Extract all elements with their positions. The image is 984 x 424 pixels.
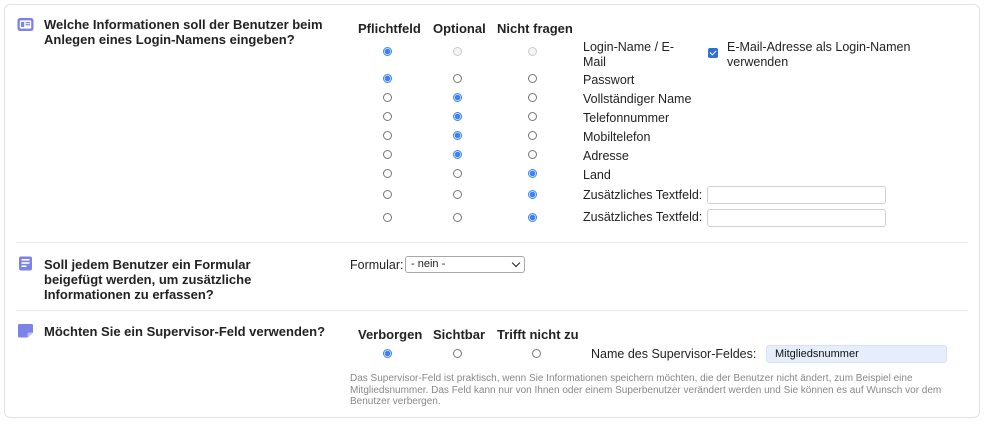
form-question: Soll jedem Benutzer ein Formular beigefü… [44, 257, 252, 302]
radio-nicht-fragen[interactable] [528, 93, 537, 102]
field-label: Passwort [583, 73, 635, 87]
extra-text-field-input[interactable] [707, 209, 886, 227]
field-label: Zusätzliches Textfeld: [583, 210, 703, 224]
field-label: Login-Name / E-Mail [583, 40, 675, 69]
radio-pflichtfeld[interactable] [383, 190, 392, 199]
radio-nicht-fragen[interactable] [528, 74, 537, 83]
form-icon [19, 256, 32, 271]
radio-nicht-fragen[interactable] [528, 213, 537, 222]
note-icon [18, 324, 33, 338]
field-label: Zusätzliches Textfeld: [583, 188, 703, 202]
radio-optional[interactable] [453, 213, 462, 222]
supervisor-radio-verborgen[interactable] [383, 349, 392, 358]
supervisor-radio-trifft-nicht-zu[interactable] [532, 349, 541, 358]
radio-optional[interactable] [453, 169, 462, 178]
field-label: Telefonnummer [583, 111, 670, 125]
id-card-icon [17, 18, 34, 31]
column-nicht-fragen: Nicht fragen [497, 21, 573, 36]
radio-nicht-fragen[interactable] [528, 112, 537, 121]
field-label: Mobiltelefon [583, 130, 651, 144]
supervisor-field-input[interactable]: Mitgliedsnummer [766, 345, 947, 363]
radio-pflichtfeld[interactable] [383, 131, 392, 140]
radio-nicht-fragen[interactable] [528, 150, 537, 159]
radio-optional[interactable] [453, 74, 462, 83]
radio-pflichtfeld[interactable] [383, 169, 392, 178]
email-as-login-checkbox[interactable] [708, 48, 718, 58]
column-pflichtfeld: Pflichtfeld [358, 21, 421, 36]
field-label: Adresse [583, 149, 629, 163]
divider [16, 242, 968, 243]
radio-optional[interactable] [453, 131, 462, 140]
radio-nicht-fragen[interactable] [528, 47, 537, 56]
supervisor-field-label: Name des Supervisor-Feldes: [591, 347, 757, 361]
form-select-value: - nein - [411, 258, 446, 270]
chevron-down-icon [511, 258, 521, 268]
radio-optional[interactable] [453, 112, 462, 121]
column-trifft-nicht-zu: Trifft nicht zu [497, 327, 579, 342]
radio-pflichtfeld[interactable] [383, 150, 392, 159]
radio-optional[interactable] [453, 93, 462, 102]
supervisor-help-text: Das Supervisor-Feld ist praktisch, wenn … [350, 373, 942, 407]
supervisor-radio-sichtbar[interactable] [453, 349, 462, 358]
radio-optional[interactable] [453, 190, 462, 199]
radio-pflichtfeld[interactable] [383, 93, 392, 102]
column-optional: Optional [433, 21, 486, 36]
login-fields-question: Welche Informationen soll der Benutzer b… [44, 17, 323, 47]
email-as-login-label: E-Mail-Adresse als Login-Namen verwenden [727, 40, 911, 69]
form-label: Formular: [350, 258, 404, 272]
extra-text-field-input[interactable] [707, 186, 886, 204]
radio-optional[interactable] [453, 47, 462, 56]
column-sichtbar: Sichtbar [433, 327, 486, 342]
radio-nicht-fragen[interactable] [528, 131, 537, 140]
radio-pflichtfeld[interactable] [383, 74, 392, 83]
field-label: Vollständiger Name [583, 92, 692, 106]
field-label: Land [583, 168, 611, 182]
form-select[interactable]: - nein - [405, 256, 525, 273]
radio-nicht-fragen[interactable] [528, 190, 537, 199]
radio-nicht-fragen[interactable] [528, 169, 537, 178]
radio-pflichtfeld[interactable] [383, 213, 392, 222]
column-verborgen: Verborgen [358, 327, 423, 342]
supervisor-question: Möchten Sie ein Supervisor-Feld verwende… [44, 324, 326, 339]
radio-pflichtfeld[interactable] [383, 112, 392, 121]
radio-pflichtfeld[interactable] [383, 47, 392, 56]
radio-optional[interactable] [453, 150, 462, 159]
divider [16, 310, 968, 311]
